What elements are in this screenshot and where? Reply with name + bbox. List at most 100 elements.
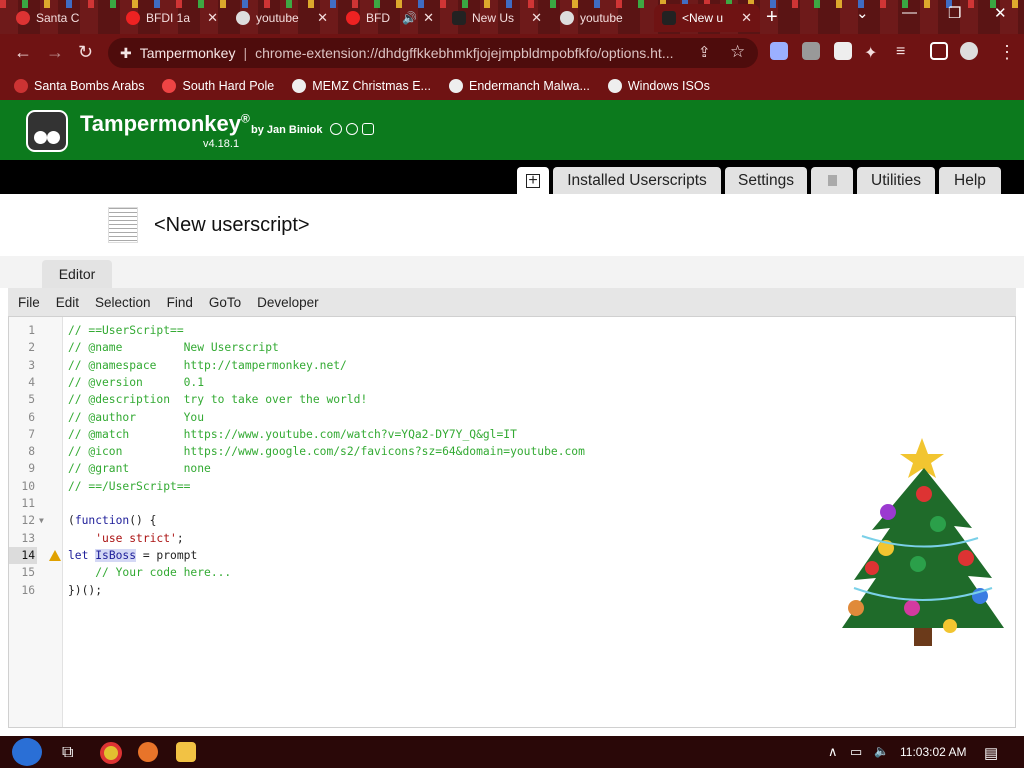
file-explorer-icon[interactable] [176,742,196,762]
new-script-tab[interactable]: + [517,167,549,194]
taskbar-clock[interactable]: 11:03:02 AM [900,745,967,759]
new-tab-button[interactable]: + [766,6,778,29]
speaker-icon[interactable]: 🔊 [402,11,417,25]
notifications-icon[interactable]: ▤ [984,744,998,762]
github-icon[interactable] [330,123,342,135]
bookmark-star-icon[interactable]: ☆ [730,42,745,62]
bookmark-favicon-icon [14,79,28,93]
code-line[interactable]: 5 // @description try to take over the wo… [9,391,1015,408]
chrome-icon[interactable] [100,742,122,764]
close-tab-icon[interactable]: ✕ [207,10,218,26]
close-tab-icon[interactable]: ✕ [423,10,434,26]
browser-tab-5[interactable]: New Us ✕ [444,4,550,32]
tab-editor[interactable]: Editor [42,260,112,288]
close-tab-icon[interactable]: ✕ [317,10,328,26]
tab-help[interactable]: Help [939,167,1001,194]
menu-find[interactable]: Find [167,295,193,310]
bookmark-label: MEMZ Christmas E... [312,79,431,93]
firefox-icon[interactable] [138,742,158,762]
line-number: 9 [28,462,35,476]
instagram-icon[interactable] [362,123,374,135]
menu-edit[interactable]: Edit [56,295,79,310]
tab-installed-userscripts[interactable]: Installed Userscripts [553,167,721,194]
ornament [916,486,932,502]
code-line[interactable]: 6 // @author You [9,409,1015,426]
extensions-puzzle-icon[interactable]: ✦ [864,43,877,63]
menu-selection[interactable]: Selection [95,295,151,310]
close-tab-icon[interactable]: ✕ [531,10,542,26]
address-bar[interactable]: ✚ Tampermonkey | chrome-extension://dhdg… [108,38,758,68]
menu-goto[interactable]: GoTo [209,295,241,310]
bookmark-favicon-icon [292,79,307,93]
tab-title: youtube [580,11,623,25]
tab-title: New Us [472,11,515,25]
menu-file[interactable]: File [18,295,40,310]
back-icon[interactable]: ← [14,42,32,63]
registered-mark: ® [240,111,250,126]
volume-icon[interactable]: 🔈 [874,744,889,758]
line-number: 3 [28,358,35,372]
youtube-favicon-icon [346,11,360,25]
close-tab-icon[interactable]: ✕ [741,10,752,26]
side-panel-icon[interactable] [930,42,948,60]
more-menu-icon[interactable]: ⋮ [998,42,1016,63]
browser-tab-6[interactable]: youtube [552,4,652,32]
menu-developer[interactable]: Developer [257,295,319,310]
code-text: // ==UserScript== [68,324,184,337]
bookmark-item[interactable]: Endermanch Malwa... [448,79,590,93]
tampermonkey-icon [452,11,466,25]
browser-tab-4[interactable]: BFD 🔊 ✕ [338,4,442,32]
code-text: // @namespace http://tampermonkey.net/ [68,358,347,372]
restore-button[interactable]: ❐ [948,4,961,22]
extension-icon[interactable] [802,42,820,60]
facebook-icon[interactable] [346,123,358,135]
ornament [943,619,957,633]
bookmark-item[interactable]: South Hard Pole [162,79,274,93]
tab-title: <New u [682,11,724,25]
warning-icon[interactable] [49,549,61,561]
line-number: 1 [28,324,35,337]
reading-list-icon[interactable]: ≡ [896,43,905,61]
task-view-icon[interactable]: ⧉ [62,744,73,762]
fold-arrow-icon[interactable]: ▼ [39,512,44,529]
share-icon[interactable]: ⇪ [698,43,711,61]
minimize-button[interactable]: — [902,4,917,21]
line-number: 12 [21,514,35,528]
code-line[interactable]: 1 // ==UserScript== [9,322,1015,339]
code-line[interactable]: 4 // @version 0.1 [9,374,1015,391]
bookmark-item[interactable]: Santa Bombs Arabs [14,79,144,93]
reload-icon[interactable]: ↻ [78,42,93,63]
extension-icon[interactable] [770,42,788,60]
line-number: 13 [21,531,35,545]
bookmark-item[interactable]: MEMZ Christmas E... [292,79,431,93]
tampermonkey-ext-icon[interactable] [834,42,852,60]
close-window-button[interactable]: ✕ [994,4,1007,22]
browser-tab-3[interactable]: youtube ✕ [228,4,336,32]
code-text: // @icon https://www.google.com/s2/favic… [68,445,585,459]
tab-trash[interactable] [811,167,853,194]
show-hidden-icons[interactable]: ∧ [828,744,838,760]
url-separator: | [243,45,248,61]
ornament [904,600,920,616]
tab-search-icon[interactable]: ⌄ [856,4,869,22]
line-number: 10 [21,479,35,493]
network-icon[interactable]: ▭ [850,744,862,760]
browser-tab-active[interactable]: <New u ✕ [654,4,760,32]
forward-icon[interactable]: → [46,42,64,63]
tab-settings[interactable]: Settings [725,167,807,194]
code-text: let IsBoss = prompt [68,548,198,562]
code-text: // ==/UserScript== [68,479,191,493]
tab-utilities[interactable]: Utilities [857,167,935,194]
browser-tab-1[interactable]: Santa C [8,4,116,32]
globe-icon [236,11,250,25]
ornament [958,550,974,566]
plus-box-icon: + [526,172,540,188]
start-button-icon[interactable] [12,738,42,766]
line-number: 14 [9,546,37,565]
code-line[interactable]: 2 // @name New Userscript [9,339,1015,356]
profile-avatar-icon[interactable] [960,42,978,60]
code-line[interactable]: 3 // @namespace http://tampermonkey.net/ [9,357,1015,374]
bookmark-item[interactable]: Windows ISOs [607,79,710,93]
code-text: })(); [68,583,103,597]
browser-tab-2[interactable]: BFDI 1a ✕ [118,4,226,32]
